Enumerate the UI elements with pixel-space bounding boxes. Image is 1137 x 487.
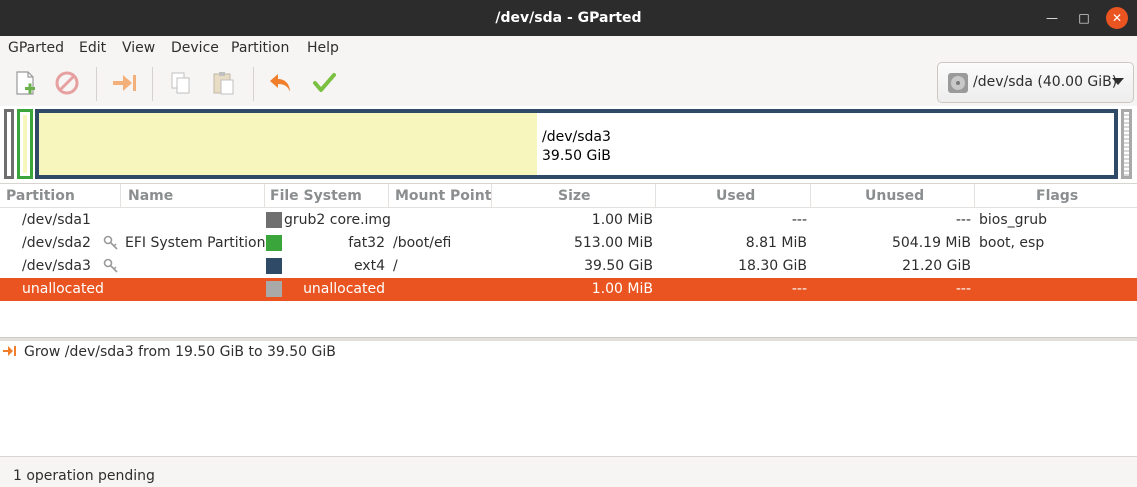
toolbar-separator — [96, 67, 97, 101]
header-partition[interactable]: Partition — [6, 188, 75, 204]
cell-size: 39.50 GiB — [584, 258, 653, 274]
resize-move-icon[interactable] — [109, 68, 139, 98]
menu-partition[interactable]: Partition — [231, 40, 289, 56]
header-mount-point[interactable]: Mount Point — [395, 188, 491, 204]
cell-partition: /dev/sda1 — [22, 212, 91, 228]
menu-edit[interactable]: Edit — [79, 40, 106, 56]
maximize-button[interactable]: □ — [1073, 7, 1095, 29]
table-header: Partition Name File System Mount Point S… — [0, 184, 1137, 208]
header-name[interactable]: Name — [128, 188, 173, 204]
undo-icon[interactable] — [266, 68, 296, 98]
cell-unused: 21.20 GiB — [902, 258, 971, 274]
cell-flags: boot, esp — [979, 235, 1045, 251]
operation-item[interactable]: Grow /dev/sda3 from 19.50 GiB to 39.50 G… — [24, 344, 336, 360]
copy-icon[interactable] — [166, 68, 196, 98]
key-icon — [103, 258, 118, 273]
menu-help[interactable]: Help — [307, 40, 339, 56]
cell-used: 8.81 MiB — [745, 235, 807, 251]
cell-unused: --- — [955, 212, 971, 228]
minimize-button[interactable]: — — [1041, 7, 1063, 29]
menu-view[interactable]: View — [122, 40, 155, 56]
cell-unused: 504.19 MiB — [891, 235, 971, 251]
operations-list: Grow /dev/sda3 from 19.50 GiB to 39.50 G… — [0, 341, 1137, 456]
filesystem-color-swatch — [266, 258, 282, 274]
toolbar: /dev/sda (40.00 GiB) — [0, 61, 1137, 106]
partition-table: Partition Name File System Mount Point S… — [0, 184, 1137, 338]
diskmap-sda2[interactable] — [17, 109, 33, 179]
toolbar-separator — [152, 67, 153, 101]
menu-bar: GParted Edit View Device Partition Help — [0, 36, 1137, 61]
chevron-down-icon — [1112, 78, 1124, 85]
header-unused[interactable]: Unused — [865, 188, 924, 204]
cell-flags: bios_grub — [979, 212, 1048, 228]
cell-name: EFI System Partition — [125, 235, 266, 251]
cell-unused: --- — [955, 281, 971, 297]
toolbar-separator — [253, 67, 254, 101]
cell-partition: unallocated — [22, 281, 104, 297]
table-row-selected[interactable]: unallocated unallocated 1.00 MiB --- --- — [0, 278, 1137, 301]
cell-partition: /dev/sda2 — [22, 235, 91, 251]
table-row[interactable]: /dev/sda2 EFI System Partition fat32 /bo… — [0, 232, 1137, 255]
filesystem-color-swatch — [266, 235, 282, 251]
apply-icon[interactable] — [309, 68, 339, 98]
menu-gparted[interactable]: GParted — [8, 40, 64, 56]
diskmap-partition-label: /dev/sda3 — [542, 129, 611, 145]
disk-map: /dev/sda3 39.50 GiB — [0, 106, 1137, 184]
diskmap-sda1[interactable] — [4, 109, 14, 179]
diskmap-unallocated[interactable] — [1121, 109, 1132, 179]
header-filesystem[interactable]: File System — [270, 188, 362, 204]
cell-used: --- — [791, 281, 807, 297]
title-bar: /dev/sda - GParted — □ ✕ — [0, 0, 1137, 36]
resize-move-icon — [3, 346, 16, 356]
close-button[interactable]: ✕ — [1106, 7, 1128, 29]
cell-filesystem: ext4 — [353, 258, 385, 274]
diskmap-sda3[interactable]: /dev/sda3 39.50 GiB — [35, 109, 1118, 179]
harddisk-icon — [948, 73, 968, 93]
paste-icon[interactable] — [209, 68, 239, 98]
cell-filesystem: grub2 core.img — [284, 212, 391, 228]
header-flags[interactable]: Flags — [1036, 188, 1078, 204]
key-icon — [103, 235, 118, 250]
cell-filesystem: fat32 — [348, 235, 385, 251]
header-size[interactable]: Size — [558, 188, 591, 204]
diskmap-size-label: 39.50 GiB — [542, 148, 611, 164]
filesystem-color-swatch — [266, 281, 282, 297]
cell-used: --- — [791, 212, 807, 228]
menu-device[interactable]: Device — [171, 40, 219, 56]
cell-size: 1.00 MiB — [591, 212, 653, 228]
new-partition-icon[interactable] — [10, 68, 40, 98]
cell-size: 1.00 MiB — [591, 281, 653, 297]
cell-mount-point: / — [393, 258, 398, 274]
cell-mount-point: /boot/efi — [393, 235, 452, 251]
device-selector[interactable]: /dev/sda (40.00 GiB) — [937, 62, 1134, 103]
delete-icon[interactable] — [52, 68, 82, 98]
cell-size: 513.00 MiB — [573, 235, 653, 251]
filesystem-color-swatch — [266, 212, 282, 228]
header-used[interactable]: Used — [716, 188, 755, 204]
status-bar: 1 operation pending — [0, 456, 1137, 487]
status-text: 1 operation pending — [13, 468, 155, 484]
cell-partition: /dev/sda3 — [22, 258, 91, 274]
device-label: /dev/sda (40.00 GiB) — [973, 74, 1118, 90]
window-title: /dev/sda - GParted — [495, 10, 642, 26]
cell-filesystem: unallocated — [303, 281, 385, 297]
used-space-bar — [39, 113, 537, 175]
table-row[interactable]: /dev/sda3 ext4 / 39.50 GiB 18.30 GiB 21.… — [0, 255, 1137, 278]
table-row[interactable]: /dev/sda1 grub2 core.img 1.00 MiB --- --… — [0, 209, 1137, 232]
cell-used: 18.30 GiB — [738, 258, 807, 274]
